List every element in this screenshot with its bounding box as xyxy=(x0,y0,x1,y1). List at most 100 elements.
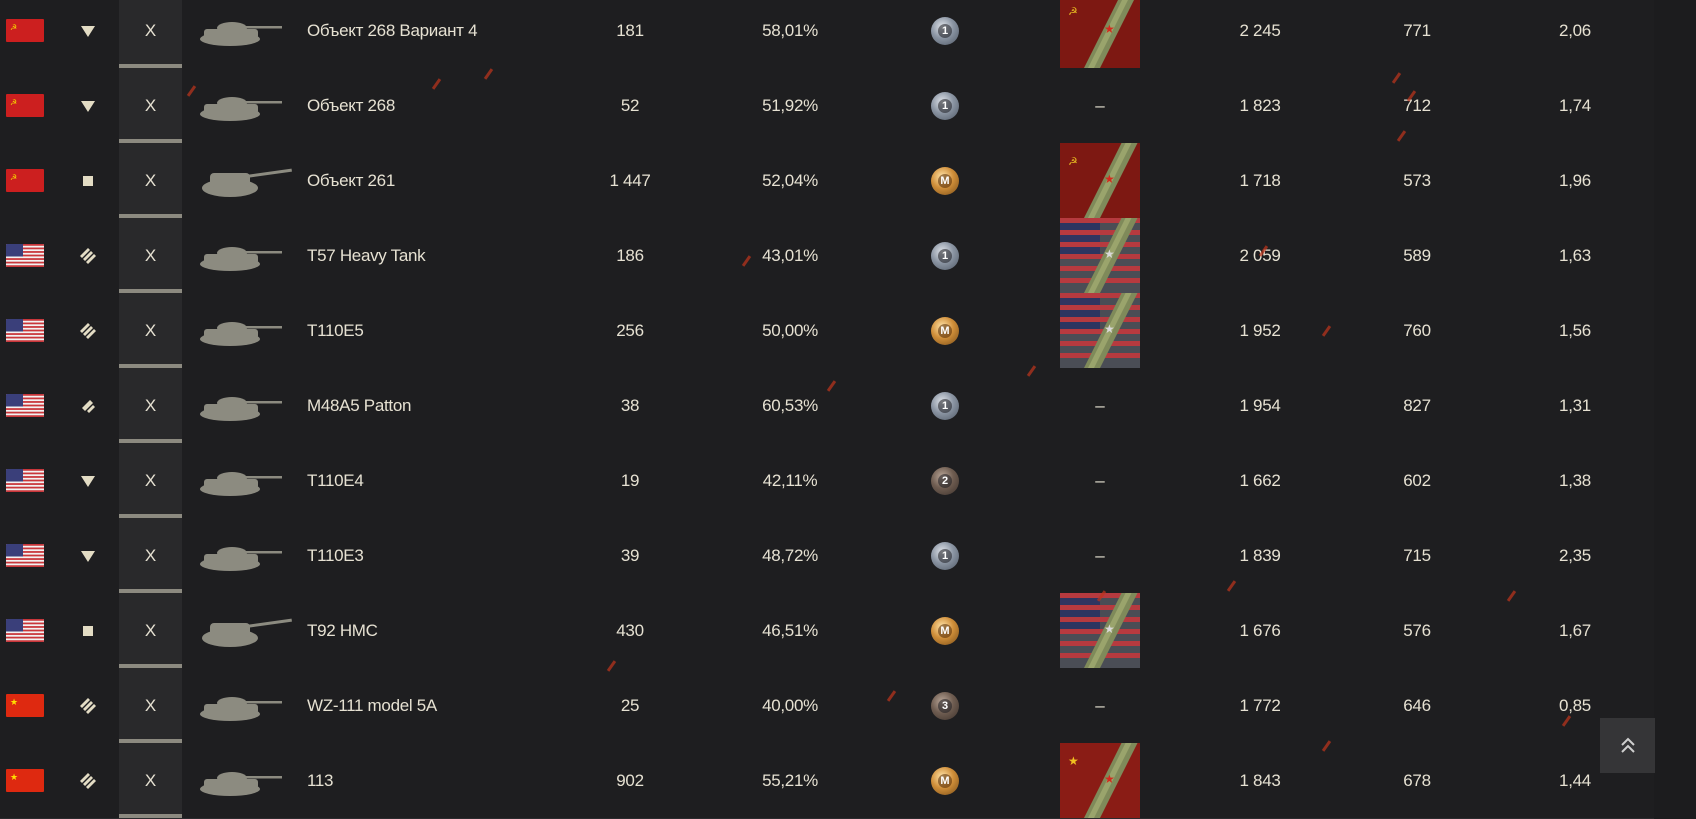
kill-death-ratio: 1,31 xyxy=(1559,395,1591,415)
mastery-badge-icon: 1 xyxy=(923,518,967,593)
vehicle-class-icon xyxy=(78,518,98,593)
expand-row-button[interactable] xyxy=(1660,368,1684,443)
kill-death-ratio: 2,35 xyxy=(1559,545,1591,565)
average-experience: 715 xyxy=(1403,545,1431,565)
mastery-badge-icon: 1 xyxy=(923,68,967,143)
table-row[interactable]: ☭ X Объект 268 52 51,92% 1 – 1 823 712 1… xyxy=(0,68,1696,144)
marks-of-excellence-image: ★ xyxy=(1060,293,1140,368)
tank-silhouette-icon xyxy=(198,593,298,668)
marks-cell: ★ xyxy=(1060,593,1140,668)
win-rate: 52,04% xyxy=(762,170,818,190)
expand-row-button[interactable] xyxy=(1660,593,1684,668)
average-damage: 1 662 xyxy=(1239,470,1281,490)
expand-row-button[interactable] xyxy=(1660,0,1684,68)
svg-text:★: ★ xyxy=(1104,22,1115,36)
expand-row-button[interactable] xyxy=(1660,68,1684,143)
vehicle-class-icon xyxy=(78,68,98,143)
table-row[interactable]: X M48A5 Patton 38 60,53% 1 – 1 954 827 1… xyxy=(0,368,1696,444)
table-row[interactable]: X T92 HMC 430 46,51% M ★ 1 676 576 1,67 xyxy=(0,593,1696,669)
mastery-level: M xyxy=(938,173,952,188)
vehicle-name: 113 xyxy=(307,770,334,790)
vehicle-name: T57 Heavy Tank xyxy=(307,245,426,265)
svg-text:★: ★ xyxy=(10,698,18,708)
vehicle-tier: X xyxy=(119,668,182,743)
win-rate: 40,00% xyxy=(762,695,818,715)
battles-count: 39 xyxy=(620,545,640,565)
table-row[interactable]: ★ X WZ-111 model 5A 25 40,00% 3 – 1 772 … xyxy=(0,668,1696,744)
chevron-down-icon xyxy=(1665,101,1679,110)
average-damage: 1 772 xyxy=(1239,695,1281,715)
average-damage: 1 676 xyxy=(1239,620,1281,640)
expand-row-button[interactable] xyxy=(1660,518,1684,593)
expand-row-button[interactable] xyxy=(1660,218,1684,293)
table-row[interactable]: X T110E4 19 42,11% 2 – 1 662 602 1,38 xyxy=(0,443,1696,519)
vehicle-name: T110E3 xyxy=(307,545,364,565)
chevron-down-icon xyxy=(1665,476,1679,485)
table-row[interactable]: X T57 Heavy Tank 186 43,01% 1 ★ 2 059 58… xyxy=(0,218,1696,294)
marks-empty: – xyxy=(1095,695,1105,715)
average-experience: 771 xyxy=(1403,20,1431,40)
svg-text:☭: ☭ xyxy=(10,98,17,107)
tank-silhouette-icon xyxy=(198,293,298,368)
tank-silhouette-icon xyxy=(198,0,298,68)
scroll-to-top-button[interactable] xyxy=(1600,718,1655,773)
marks-cell: ☭ ★ xyxy=(1060,0,1140,68)
kill-death-ratio: 1,63 xyxy=(1559,245,1591,265)
table-row[interactable]: X T110E3 39 48,72% 1 – 1 839 715 2,35 xyxy=(0,518,1696,594)
battles-count: 186 xyxy=(616,245,644,265)
mastery-badge-icon: 1 xyxy=(923,368,967,443)
chevron-down-icon xyxy=(1665,401,1679,410)
battles-count: 1 447 xyxy=(609,170,651,190)
average-damage: 1 843 xyxy=(1239,770,1281,790)
mastery-badge-icon: 1 xyxy=(923,218,967,293)
chevron-down-icon xyxy=(1665,176,1679,185)
marks-cell: – xyxy=(1060,668,1140,743)
average-damage: 1 718 xyxy=(1239,170,1281,190)
expand-row-button[interactable] xyxy=(1660,443,1684,518)
vehicle-class-icon xyxy=(78,593,98,668)
table-row[interactable]: ☭ X Объект 261 1 447 52,04% M ☭ ★ 1 718 … xyxy=(0,143,1696,219)
tank-silhouette-icon xyxy=(198,68,298,143)
vehicle-tier: X xyxy=(119,218,182,293)
vehicle-class-icon xyxy=(78,668,98,743)
vehicle-name: T92 HMC xyxy=(307,620,378,640)
battles-count: 38 xyxy=(620,395,640,415)
vehicle-name: M48A5 Patton xyxy=(307,395,412,415)
svg-text:★: ★ xyxy=(1104,772,1115,786)
battles-count: 19 xyxy=(620,470,640,490)
expand-row-button[interactable] xyxy=(1660,743,1684,818)
table-row[interactable]: ★ X 113 902 55,21% M ★ ★ 1 843 678 1,44 xyxy=(0,743,1696,819)
expand-row-button[interactable] xyxy=(1660,143,1684,218)
kill-death-ratio: 1,38 xyxy=(1559,470,1591,490)
table-row[interactable]: X T110E5 256 50,00% M ★ 1 952 760 1,56 xyxy=(0,293,1696,369)
vehicle-tier: X xyxy=(119,443,182,518)
table-row[interactable]: ☭ X Объект 268 Вариант 4 181 58,01% 1 ☭ … xyxy=(0,0,1696,69)
expand-row-button[interactable] xyxy=(1660,293,1684,368)
vehicle-tier: X xyxy=(119,68,182,143)
average-damage: 1 823 xyxy=(1239,95,1281,115)
svg-text:★: ★ xyxy=(1104,172,1115,186)
marks-cell: – xyxy=(1060,368,1140,443)
mastery-badge-icon: 3 xyxy=(923,668,967,743)
kill-death-ratio: 1,56 xyxy=(1559,320,1591,340)
mastery-badge-icon: M xyxy=(923,743,967,818)
vehicle-tier: X xyxy=(119,593,182,668)
vehicle-name: Объект 268 Вариант 4 xyxy=(307,20,478,40)
vehicle-class-icon xyxy=(78,0,98,68)
vehicle-tier: X xyxy=(119,743,182,818)
battles-count: 25 xyxy=(620,695,640,715)
expand-row-button[interactable] xyxy=(1660,668,1684,743)
marks-cell: ☭ ★ xyxy=(1060,143,1140,218)
nation-flag-icon xyxy=(6,544,44,567)
marks-empty: – xyxy=(1095,95,1105,115)
vehicle-name: WZ-111 model 5A xyxy=(307,695,437,715)
chevron-down-icon xyxy=(1665,251,1679,260)
vehicle-class-icon xyxy=(78,368,98,443)
tank-silhouette-icon xyxy=(198,143,298,218)
chevron-down-icon xyxy=(1665,701,1679,710)
marks-empty: – xyxy=(1095,470,1105,490)
average-experience: 678 xyxy=(1403,770,1431,790)
kill-death-ratio: 1,74 xyxy=(1559,95,1591,115)
mastery-level: 2 xyxy=(938,473,952,488)
nation-flag-icon xyxy=(6,319,44,342)
